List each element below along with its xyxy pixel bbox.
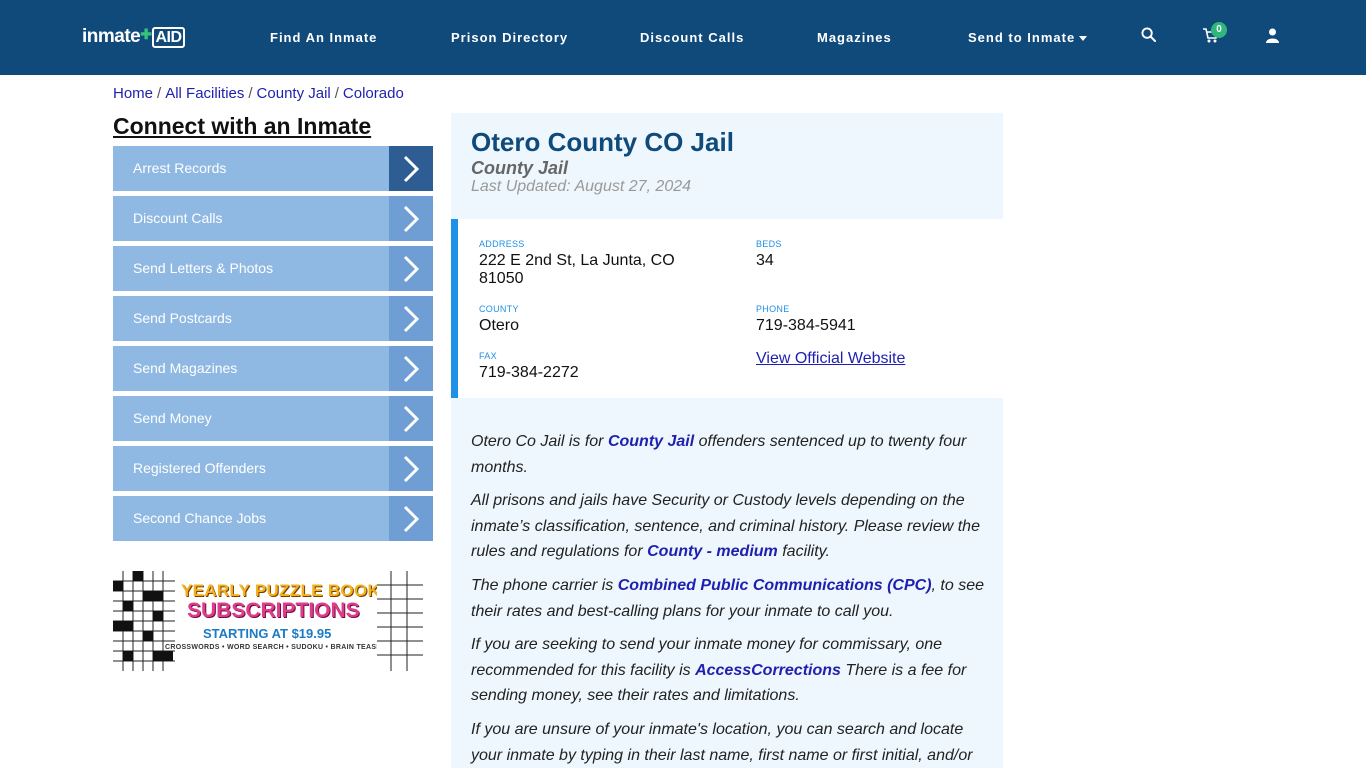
breadcrumb-home[interactable]: Home	[113, 85, 153, 102]
side-item-label: Discount Calls	[133, 210, 223, 226]
nav-discount-calls[interactable]: Discount Calls	[640, 30, 744, 45]
money-provider-link[interactable]: AccessCorrections	[695, 662, 841, 679]
breadcrumb-colorado[interactable]: Colorado	[343, 85, 404, 102]
side-menu: Arrest Records Discount Calls Send Lette…	[113, 146, 433, 546]
chevron-right-icon	[389, 346, 433, 391]
description-paragraph: The phone carrier is Combined Public Com…	[471, 573, 991, 624]
side-item-send-letters-photos[interactable]: Send Letters & Photos	[113, 246, 433, 291]
user-icon[interactable]	[1266, 28, 1279, 48]
chevron-right-icon	[389, 296, 433, 341]
cart-count-badge: 0	[1211, 22, 1227, 38]
side-item-label: Registered Offenders	[133, 460, 266, 476]
address-label: ADDRESS	[479, 239, 525, 249]
breadcrumb-county-jail[interactable]: County Jail	[257, 85, 331, 102]
description-paragraph: If you are seeking to send your inmate m…	[471, 632, 991, 709]
chevron-right-icon	[389, 446, 433, 491]
phone-value: 719-384-5941	[756, 317, 856, 334]
promo-line-1: YEARLY PUZZLE BOOK	[181, 581, 381, 600]
facility-description: Otero Co Jail is for County Jail offende…	[471, 429, 991, 776]
nav-magazines[interactable]: Magazines	[817, 30, 892, 45]
fax-value: 719-384-2272	[479, 364, 579, 381]
side-item-label: Send Magazines	[133, 360, 238, 376]
top-navbar: inmate✚ AID Find An Inmate Prison Directo…	[0, 0, 1366, 75]
side-item-label: Send Postcards	[133, 310, 232, 326]
description-paragraph: Otero Co Jail is for County Jail offende…	[471, 429, 991, 480]
side-item-send-magazines[interactable]: Send Magazines	[113, 346, 433, 391]
phone-label: PHONE	[756, 304, 790, 314]
side-item-second-chance-jobs[interactable]: Second Chance Jobs	[113, 496, 433, 541]
breadcrumb-separator: /	[334, 85, 339, 102]
security-level-link[interactable]: County - medium	[647, 543, 778, 560]
facility-type: County Jail	[471, 158, 569, 178]
search-icon[interactable]	[1141, 27, 1157, 47]
text-span: Otero Co Jail is for	[471, 433, 608, 450]
description-paragraph: All prisons and jails have Security or C…	[471, 488, 991, 565]
promo-line-3: STARTING AT $19.95	[203, 626, 332, 641]
caret-down-icon	[1079, 36, 1088, 42]
text-span: The phone carrier is	[471, 576, 618, 594]
description-paragraph: If you are unsure of your inmate's locat…	[471, 720, 973, 764]
county-label: COUNTY	[479, 304, 519, 314]
crossword-grid-left-icon	[113, 571, 175, 671]
logo-aid: AID	[152, 27, 185, 48]
beds-label: BEDS	[756, 239, 782, 249]
side-item-label: Arrest Records	[133, 160, 227, 176]
breadcrumb-all-facilities[interactable]: All Facilities	[165, 85, 244, 102]
puzzle-book-promo-banner[interactable]: YEARLY PUZZLE BOOK SUBSCRIPTIONS STARTIN…	[113, 571, 423, 671]
county-jail-link[interactable]: County Jail	[608, 433, 694, 450]
facility-title: Otero County CO Jail	[471, 127, 734, 157]
chevron-right-icon	[389, 396, 433, 441]
address-line-1: 222 E 2nd St, La Junta, CO	[479, 252, 675, 269]
logo-text: inmate	[82, 26, 141, 47]
breadcrumb-separator: /	[248, 85, 253, 102]
fax-label: FAX	[479, 351, 497, 361]
side-item-send-money[interactable]: Send Money	[113, 396, 433, 441]
promo-line-2: SUBSCRIPTIONS	[187, 599, 360, 622]
plus-icon: ✚	[140, 26, 152, 42]
chevron-right-icon	[389, 246, 433, 291]
chevron-right-icon	[389, 496, 433, 541]
chevron-right-icon	[389, 146, 433, 191]
county-value: Otero	[479, 317, 520, 334]
sudoku-grid-right-icon	[377, 571, 423, 671]
facility-info-box: ADDRESS 222 E 2nd St, La Junta, CO 81050…	[451, 219, 1003, 398]
nav-send-to-inmate-label: Send to Inmate	[968, 30, 1076, 45]
breadcrumb-separator: /	[157, 85, 162, 102]
side-item-send-postcards[interactable]: Send Postcards	[113, 296, 433, 341]
breadcrumb: Home / All Facilities / County Jail / Colorado	[113, 85, 404, 102]
side-item-discount-calls[interactable]: Discount Calls	[113, 196, 433, 241]
facility-panel: Otero County CO Jail County Jail Last Up…	[451, 113, 1003, 768]
nav-prison-directory[interactable]: Prison Directory	[451, 30, 568, 45]
last-updated: Last Updated: August 27, 2024	[471, 178, 692, 195]
text-span: facility.	[777, 543, 830, 561]
official-website-link[interactable]: View Official Website	[756, 350, 905, 368]
nav-send-to-inmate[interactable]: Send to Inmate	[968, 30, 1088, 45]
connect-title: Connect with an Inmate	[113, 113, 372, 139]
beds-value: 34	[756, 252, 774, 269]
address-line-2: 81050	[479, 270, 524, 287]
chevron-right-icon	[389, 196, 433, 241]
side-item-arrest-records[interactable]: Arrest Records	[113, 146, 433, 191]
site-logo[interactable]: inmate✚ AID	[82, 26, 185, 48]
side-item-label: Send Money	[133, 410, 212, 426]
side-item-label: Second Chance Jobs	[133, 510, 267, 526]
phone-carrier-link[interactable]: Combined Public Communications (CPC)	[618, 577, 932, 594]
side-item-registered-offenders[interactable]: Registered Offenders	[113, 446, 433, 491]
promo-line-4: CROSSWORDS • WORD SEARCH • SUDOKU • BRAI…	[165, 644, 392, 651]
nav-find-inmate[interactable]: Find An Inmate	[270, 30, 377, 45]
side-item-label: Send Letters & Photos	[133, 260, 274, 276]
